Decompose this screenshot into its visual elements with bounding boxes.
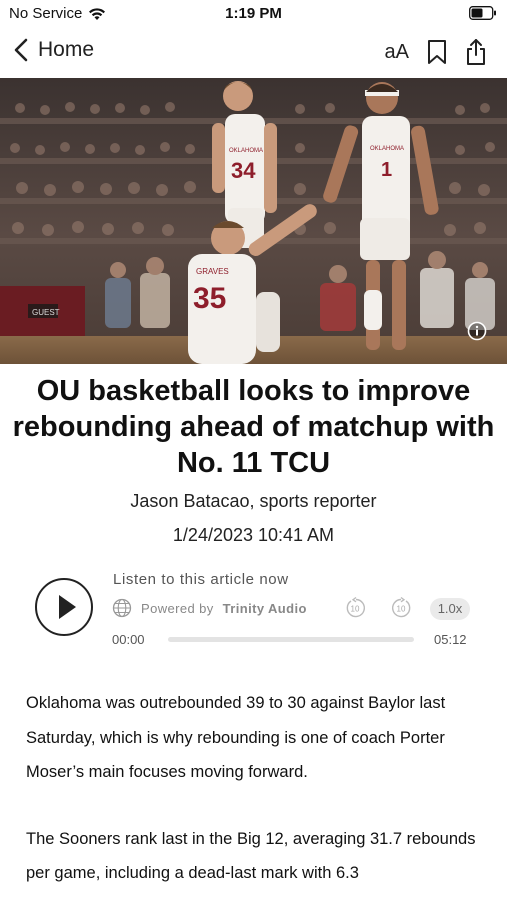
article-paragraph: The Sooners rank last in the Big 12, ave… <box>26 829 476 883</box>
battery-icon <box>469 6 497 25</box>
play-button[interactable] <box>35 578 93 636</box>
play-icon <box>59 595 76 619</box>
bookmark-icon[interactable] <box>427 39 447 65</box>
progress-bar[interactable] <box>168 637 414 642</box>
powered-by-row: Powered by Trinity Audio <box>112 598 307 618</box>
total-time: 05:12 <box>434 632 467 647</box>
current-time: 00:00 <box>112 632 145 647</box>
listen-label: Listen to this article now <box>113 571 289 588</box>
skip-back-icon[interactable]: 10 <box>345 597 367 619</box>
font-size-button[interactable]: aA <box>385 41 409 64</box>
article-date: 1/24/2023 10:41 AM <box>172 525 335 545</box>
info-icon[interactable] <box>467 321 487 346</box>
scoreboard-text: GUEST <box>32 308 60 317</box>
back-label: Home <box>38 38 95 61</box>
audio-player: Listen to this article now Powered by Tr… <box>0 566 507 656</box>
share-icon[interactable] <box>465 38 487 66</box>
skip-forward-label: 10 <box>397 605 406 614</box>
article-headline: OU basketball looks to improve reboundin… <box>12 375 495 479</box>
nav-bar: Home aA <box>0 30 507 78</box>
playback-speed-button[interactable]: 1.0x <box>430 598 470 620</box>
jersey-1-name: OKLAHOMA <box>370 146 404 152</box>
hero-image[interactable]: GUEST OKLAHOMA 34 OKLAHOMA 1 GRAVES 35 <box>0 78 507 364</box>
article-body: Oklahoma was outrebounded 39 to 30 again… <box>26 686 496 900</box>
nav-actions: aA <box>385 38 487 66</box>
powered-by-brand[interactable]: Trinity Audio <box>223 601 307 616</box>
jersey-35-name: GRAVES <box>196 267 229 276</box>
article-byline: Jason Batacao, sports reporter <box>130 491 377 511</box>
status-time: 1:19 PM <box>225 5 282 22</box>
status-bar: No Service 1:19 PM <box>0 0 507 30</box>
hero-illustration: GUEST OKLAHOMA 34 OKLAHOMA 1 GRAVES 35 <box>0 78 507 364</box>
skip-forward-icon[interactable]: 10 <box>390 597 412 619</box>
powered-by-label: Powered by <box>141 600 214 616</box>
article-paragraph: Oklahoma was outrebounded 39 to 30 again… <box>26 694 446 781</box>
jersey-34-number: 34 <box>231 158 256 183</box>
jersey-1-number: 1 <box>381 159 392 181</box>
globe-icon[interactable] <box>112 598 132 618</box>
skip-back-label: 10 <box>351 605 360 614</box>
jersey-35-number: 35 <box>193 282 226 315</box>
chevron-left-icon <box>14 38 28 62</box>
back-button[interactable]: Home <box>14 38 94 62</box>
jersey-34-name: OKLAHOMA <box>229 148 263 154</box>
